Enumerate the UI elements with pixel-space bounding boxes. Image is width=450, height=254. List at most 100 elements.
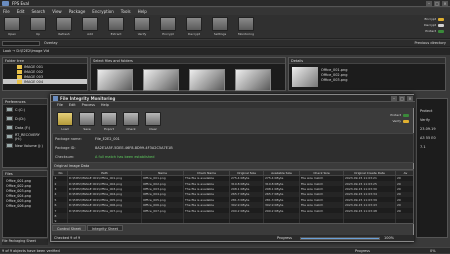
right-panel-value: Protect	[420, 109, 433, 113]
sidebar-item-drive[interactable]: Data (F:)	[3, 123, 47, 132]
drive-label: C:(C:)	[15, 107, 25, 112]
toolbar-button[interactable]	[82, 17, 98, 31]
maximize-icon[interactable]: □	[434, 1, 440, 6]
toolbar-button[interactable]	[108, 17, 124, 31]
dialog-toolbar-button[interactable]	[57, 112, 73, 126]
title-bar: FPS Eval – □ ×	[0, 0, 450, 7]
menu-item[interactable]: Tools	[121, 9, 131, 14]
app-title: FPS Eval	[12, 1, 29, 6]
tab-control-sheet[interactable]: Control Sheet	[52, 225, 86, 231]
progress-percent: 100%	[384, 236, 395, 240]
detail-item: Office_003.png	[321, 78, 348, 82]
drive-icon	[6, 116, 13, 121]
toolbar-button[interactable]	[186, 17, 202, 31]
toolbar-label: Refresh	[58, 32, 70, 36]
dialog-toolbar-button[interactable]	[145, 112, 161, 126]
info-value: 8A2E1A5F-5DEE-46F8-8D99-4F3A2C5A7E1B	[95, 146, 173, 150]
menu-item[interactable]: Encryption	[92, 9, 113, 14]
table-cell	[395, 218, 413, 223]
tab-integrity-sheet[interactable]: Integrity Sheet	[86, 225, 123, 231]
toolbar-label: Up	[35, 32, 41, 36]
sidebar-item-drive[interactable]: RT_RECOVERY (H:)	[3, 132, 47, 141]
sidebar-item-drive[interactable]: C:(C:)	[3, 105, 47, 114]
maximize-icon[interactable]: □	[399, 96, 405, 101]
dialog-toolbar-button[interactable]	[79, 112, 95, 126]
sidebar-footer: File Packaging Sheet	[2, 239, 48, 245]
dialog-menu-item[interactable]: Process	[82, 103, 95, 107]
toolbar-button[interactable]	[56, 17, 72, 31]
table-row[interactable]: 6 D:\E2E2\IMAGE 001\Office_006.png Office_…	[53, 202, 413, 208]
table-caption: Original Image Data	[54, 164, 90, 168]
menu-item[interactable]: Package	[69, 9, 86, 14]
legend-swatch	[438, 29, 444, 33]
dialog-menu-bar: File Edit Process Help	[51, 102, 415, 108]
dialog-button-label: Check	[126, 127, 136, 131]
toolbar-button[interactable]	[212, 17, 228, 31]
info-key: Package ID:	[55, 146, 76, 150]
drive-icon	[6, 143, 13, 148]
window-controls: – □ ×	[426, 1, 448, 6]
close-icon[interactable]: ×	[407, 96, 413, 101]
dialog-legend: Protect Verify	[379, 112, 409, 124]
dialog-menu-item[interactable]: File	[57, 103, 63, 107]
info-row: Checksum: A full match has been establish…	[55, 155, 154, 159]
folder-icon	[17, 69, 22, 74]
menu-item[interactable]: Help	[138, 9, 147, 14]
table-row[interactable]: 7 D:\E2E2\IMAGE 001\Office_007.png Office_…	[53, 207, 413, 214]
toolbar: Open Up Refresh Add Extract Verify Encrypt Decr…	[0, 15, 450, 39]
toolbar-label: Monitoring	[237, 32, 255, 36]
legend-swatch	[403, 119, 409, 123]
toolbar-button[interactable]	[238, 17, 254, 31]
thumbnail-image[interactable]	[235, 69, 271, 91]
table-row[interactable]: 5 D:\E2E2\IMAGE 001\Office_005.png Office_…	[53, 197, 413, 203]
dialog-menu-item[interactable]: Edit	[69, 103, 76, 107]
table-cell	[141, 218, 184, 223]
dialog-menu-item[interactable]: Help	[101, 103, 109, 107]
toolbar-button[interactable]	[134, 17, 150, 31]
right-panel-value: 7.1	[420, 145, 426, 149]
details-title: Details	[289, 58, 445, 64]
sidebar-item-drive[interactable]: D:(D:)	[3, 114, 47, 123]
table-row[interactable]: 2 D:\E2E2\IMAGE 001\Office_002.png Office_…	[53, 180, 413, 187]
right-panel: Protect Verify 23.09.19 A3 55 E0 7.1	[416, 98, 448, 238]
file-list-item[interactable]: Office_006.png	[3, 204, 47, 209]
table-row[interactable]: 9	[53, 218, 413, 223]
thumbnail-image[interactable]	[189, 69, 225, 91]
table-cell	[67, 218, 142, 223]
drive-icon	[6, 125, 13, 130]
integrity-table: No Path Name Check Name Original Size Availab…	[53, 170, 413, 223]
toolbar-button[interactable]	[160, 17, 176, 31]
minimize-icon[interactable]: –	[426, 1, 432, 6]
dialog-status-bar: Checked 9 of 9 Progress 100%	[52, 235, 414, 241]
menu-item[interactable]: Edit	[17, 9, 25, 14]
progress-label: Progress	[277, 236, 292, 240]
dialog-icon	[53, 96, 58, 101]
address-input[interactable]	[2, 41, 40, 46]
dialog-button-label: Load	[61, 127, 69, 131]
menu-item[interactable]: View	[52, 9, 62, 14]
table-cell	[183, 218, 230, 223]
right-panel-value: 23.09.19	[420, 127, 436, 131]
minimize-icon[interactable]: –	[391, 96, 397, 101]
table-row[interactable]: 1 D:\E2E2\IMAGE 001\Office_001.png Office_…	[53, 175, 413, 181]
toolbar-label: Open	[7, 32, 16, 36]
close-icon[interactable]: ×	[442, 1, 448, 6]
sidebar-item-drive[interactable]: New Volume (J:)	[3, 141, 47, 150]
menu-item[interactable]: Search	[31, 9, 45, 14]
tree-item[interactable]: IMAGE 004	[3, 79, 87, 84]
files-panel: Files Office_001.png Office_002.png Office…	[2, 170, 48, 238]
toolbar-button[interactable]	[4, 17, 20, 31]
thumbnail-image[interactable]	[143, 69, 179, 91]
table-row[interactable]: 3 D:\E2E2\IMAGE 001\Office_003.png Office_…	[53, 186, 413, 192]
status-text: 9 of 9 objects have been verified	[2, 249, 60, 253]
previous-directory-link[interactable]: Previous directory	[414, 41, 446, 45]
dialog-title: File Integrity Monitoring	[60, 96, 116, 101]
table-row[interactable]: 4 D:\E2E2\IMAGE 001\Office_004.png Office_…	[53, 191, 413, 198]
menu-item[interactable]: File	[3, 9, 10, 14]
dialog-toolbar-button[interactable]	[101, 112, 117, 126]
dialog-button-label: Export	[104, 127, 114, 131]
toolbar-button[interactable]	[30, 17, 46, 31]
dialog-title-bar: File Integrity Monitoring – □ ×	[51, 95, 415, 102]
dialog-toolbar-button[interactable]	[123, 112, 139, 126]
thumbnail-image[interactable]	[97, 69, 133, 91]
